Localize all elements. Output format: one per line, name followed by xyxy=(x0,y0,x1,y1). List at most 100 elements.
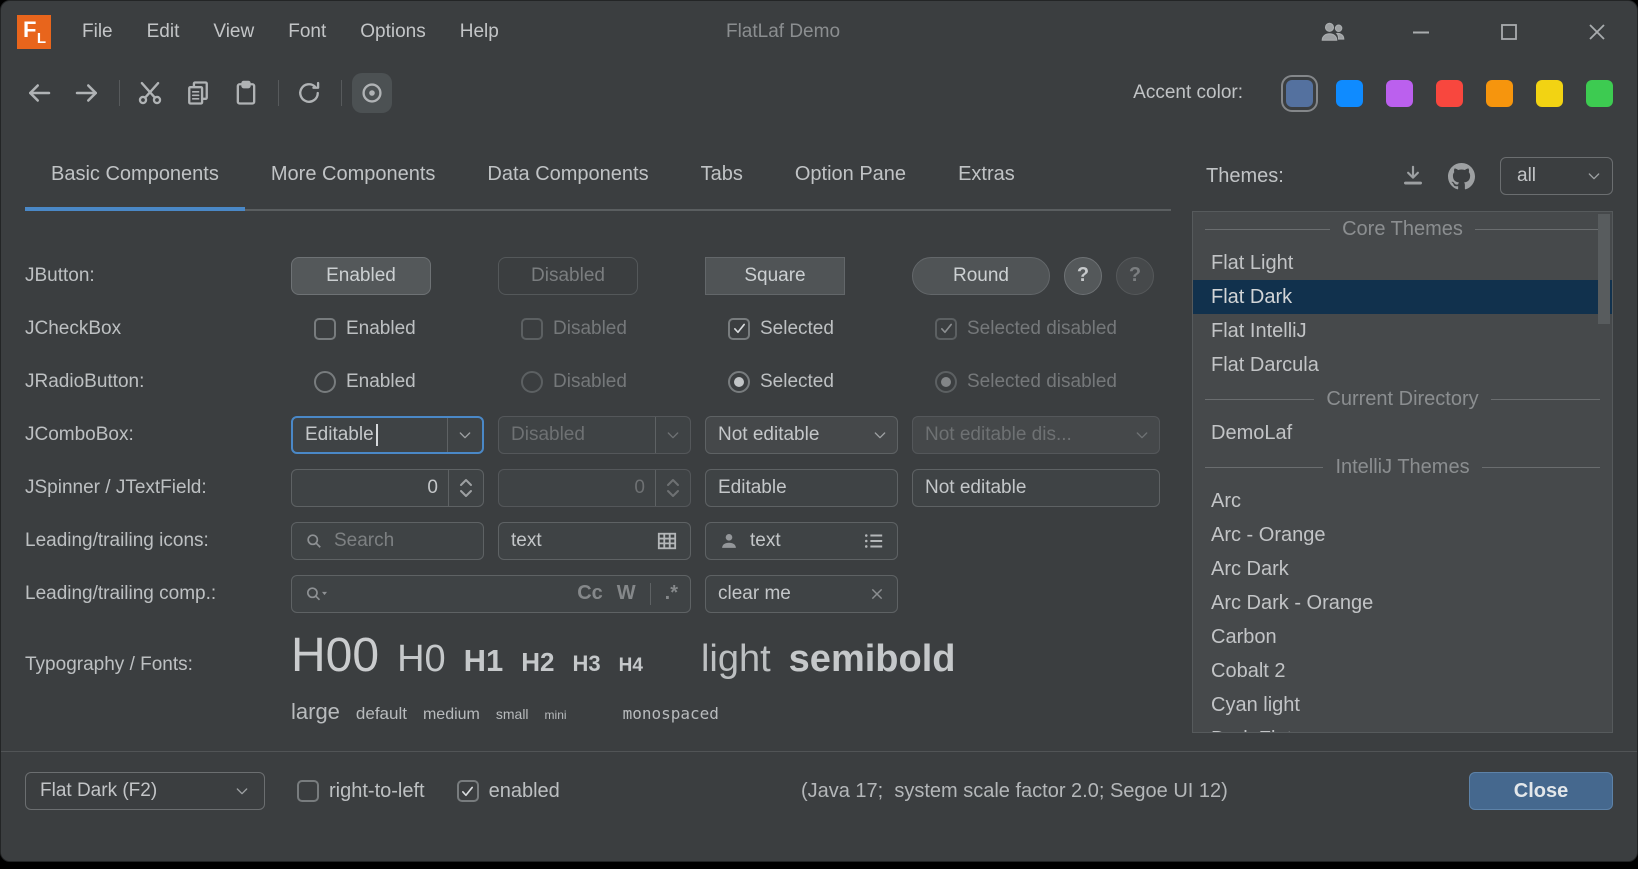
search-input[interactable]: Search xyxy=(291,522,484,560)
theme-item-demolaf[interactable]: DemoLaf xyxy=(1193,416,1612,450)
textfield-not-editable: Not editable xyxy=(912,469,1160,507)
disabled-button: Disabled xyxy=(498,257,638,295)
menu-options[interactable]: Options xyxy=(343,1,442,63)
h00-sample: H00 xyxy=(291,628,379,683)
table-icon[interactable] xyxy=(656,531,678,551)
theme-item-carbon[interactable]: Carbon xyxy=(1193,620,1612,654)
search-menu-icon[interactable] xyxy=(304,584,330,604)
menu-help[interactable]: Help xyxy=(443,1,516,63)
tab-label: Extras xyxy=(958,163,1015,185)
accent-swatch-purple[interactable] xyxy=(1386,80,1413,107)
app-logo: F L xyxy=(17,15,51,49)
theme-filter-combobox[interactable]: all xyxy=(1500,157,1613,195)
clearable-input[interactable]: clear me xyxy=(705,575,898,613)
radio-icon xyxy=(521,371,543,393)
checkbox-disabled: Disabled xyxy=(521,318,627,340)
main-area: Basic Components More Components Data Co… xyxy=(1,141,1637,733)
enabled-button[interactable]: Enabled xyxy=(291,257,431,295)
refresh-icon[interactable] xyxy=(289,73,329,113)
theme-item-arc[interactable]: Arc xyxy=(1193,484,1612,518)
tab-label: Data Components xyxy=(487,163,648,185)
medium-sample: medium xyxy=(423,706,480,724)
whole-words-button[interactable]: W xyxy=(617,582,636,605)
enabled-checkbox[interactable]: enabled xyxy=(457,772,560,810)
right-to-left-checkbox[interactable]: right-to-left xyxy=(297,772,425,810)
tab-extras[interactable]: Extras xyxy=(932,141,1041,209)
theme-item-cobalt-2[interactable]: Cobalt 2 xyxy=(1193,654,1612,688)
bottom-bar: Flat Dark (F2) right-to-left enabled (Ja… xyxy=(1,751,1637,861)
radio-icon xyxy=(314,371,336,393)
accent-swatch-yellow[interactable] xyxy=(1536,80,1563,107)
help-button[interactable]: ? xyxy=(1064,257,1102,295)
round-button[interactable]: Round xyxy=(912,257,1050,295)
minimize-button[interactable] xyxy=(1407,18,1435,46)
themes-panel: Themes: all Core Themes Flat Light Flat … xyxy=(1171,141,1638,733)
theme-item-flat-dark[interactable]: Flat Dark xyxy=(1193,280,1612,314)
h0-sample: H0 xyxy=(397,638,446,681)
tab-option-pane[interactable]: Option Pane xyxy=(769,141,932,209)
tab-label: More Components xyxy=(271,163,436,185)
accent-swatch-green[interactable] xyxy=(1586,80,1613,107)
square-button[interactable]: Square xyxy=(705,257,845,295)
combobox-editable[interactable]: Editable xyxy=(291,416,484,454)
theme-item-flat-light[interactable]: Flat Light xyxy=(1193,246,1612,280)
paste-icon[interactable] xyxy=(226,73,266,113)
chevron-down-icon[interactable] xyxy=(448,427,482,443)
theme-item-dark-flat[interactable]: Dark Flat xyxy=(1193,722,1612,733)
github-icon[interactable] xyxy=(1444,159,1478,193)
checkbox-enabled[interactable]: Enabled xyxy=(314,318,416,340)
tab-tabs[interactable]: Tabs xyxy=(675,141,769,209)
theme-item-arc-dark[interactable]: Arc Dark xyxy=(1193,552,1612,586)
combobox-not-editable[interactable]: Not editable xyxy=(705,416,898,454)
forward-icon[interactable] xyxy=(67,73,107,113)
accent-swatch-blue[interactable] xyxy=(1336,80,1363,107)
accent-swatch-default[interactable] xyxy=(1286,80,1313,107)
match-case-button[interactable]: Cc xyxy=(577,582,603,605)
search-with-options-input[interactable]: Cc W .* xyxy=(291,575,691,613)
laf-combobox[interactable]: Flat Dark (F2) xyxy=(25,772,265,810)
regex-button[interactable]: .* xyxy=(665,582,678,605)
accent-swatch-orange[interactable] xyxy=(1486,80,1513,107)
theme-item-flat-darcula[interactable]: Flat Darcula xyxy=(1193,348,1612,382)
theme-item-cyan-light[interactable]: Cyan light xyxy=(1193,688,1612,722)
tab-more-components[interactable]: More Components xyxy=(245,141,462,209)
menu-font[interactable]: Font xyxy=(271,1,343,63)
menu-view[interactable]: View xyxy=(196,1,271,63)
theme-item-flat-intellij[interactable]: Flat IntelliJ xyxy=(1193,314,1612,348)
clear-icon[interactable] xyxy=(869,586,885,602)
spinner-up-down-icon[interactable] xyxy=(449,475,483,501)
scrollbar-thumb[interactable] xyxy=(1598,214,1610,324)
text-input-table[interactable]: text xyxy=(498,522,691,560)
theme-item-arc-dark-orange[interactable]: Arc Dark - Orange xyxy=(1193,586,1612,620)
back-icon[interactable] xyxy=(19,73,59,113)
close-button[interactable]: Close xyxy=(1469,772,1613,810)
tab-data-components[interactable]: Data Components xyxy=(461,141,674,209)
theme-list: Core Themes Flat Light Flat Dark Flat In… xyxy=(1192,211,1613,733)
radio-enabled[interactable]: Enabled xyxy=(314,371,416,393)
separator-label: Core Themes xyxy=(1330,218,1475,241)
copy-icon[interactable] xyxy=(178,73,218,113)
show-hidden-toggle-icon[interactable] xyxy=(352,73,392,113)
list-icon[interactable] xyxy=(863,531,885,551)
users-icon[interactable] xyxy=(1319,18,1347,46)
close-window-button[interactable] xyxy=(1583,18,1611,46)
theme-list-scrollbar[interactable] xyxy=(1598,214,1610,730)
h1-sample: H1 xyxy=(464,643,504,679)
tab-basic-components[interactable]: Basic Components xyxy=(25,141,245,209)
accent-swatch-red[interactable] xyxy=(1436,80,1463,107)
text-input-user[interactable]: text xyxy=(705,522,898,560)
menu-file[interactable]: File xyxy=(65,1,130,63)
download-icon[interactable] xyxy=(1396,159,1430,193)
cut-icon[interactable] xyxy=(130,73,170,113)
jradiobutton-row: JRadioButton: Enabled Disabled Selected … xyxy=(25,355,1171,408)
spinner-enabled[interactable]: 0 xyxy=(291,469,484,507)
theme-item-arc-orange[interactable]: Arc - Orange xyxy=(1193,518,1612,552)
spinner-value[interactable]: 0 xyxy=(292,477,448,499)
tab-label: Option Pane xyxy=(795,163,906,185)
chevron-down-icon[interactable] xyxy=(863,427,897,443)
checkbox-selected[interactable]: Selected xyxy=(728,318,834,340)
maximize-button[interactable] xyxy=(1495,18,1523,46)
radio-selected[interactable]: Selected xyxy=(728,371,834,393)
menu-edit[interactable]: Edit xyxy=(130,1,197,63)
textfield-editable[interactable]: Editable xyxy=(705,469,898,507)
